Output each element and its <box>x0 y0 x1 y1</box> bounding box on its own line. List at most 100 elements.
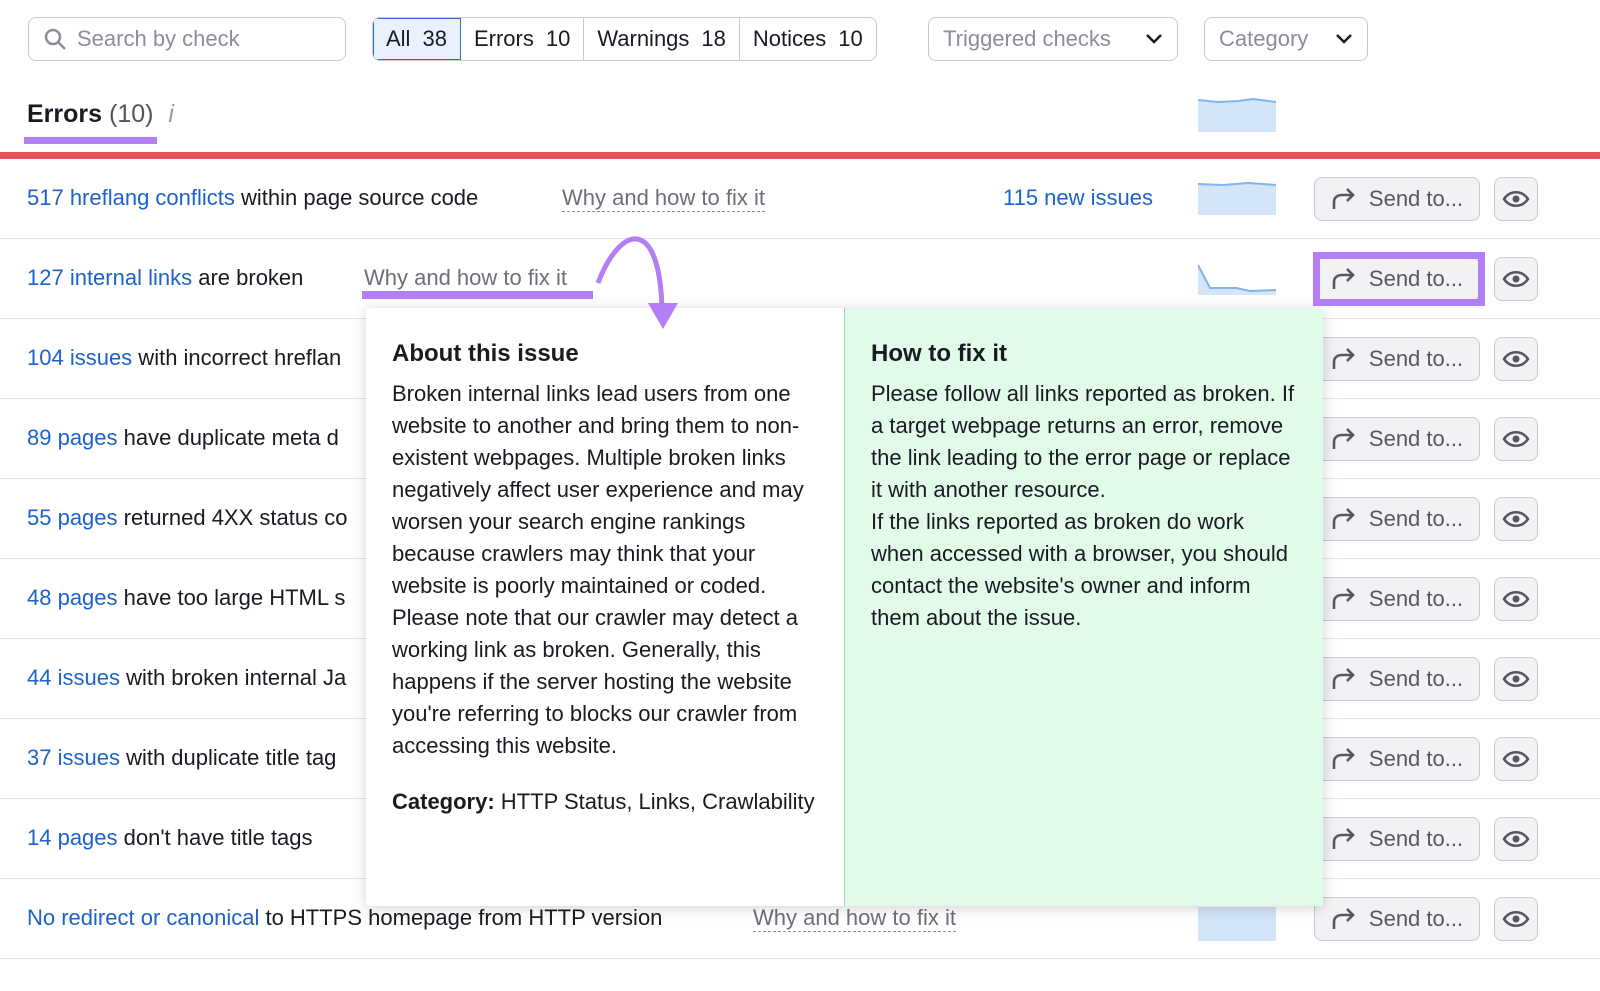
trend-sparkline <box>1198 181 1276 215</box>
eye-icon <box>1502 271 1530 287</box>
eye-icon <box>1502 671 1530 687</box>
send-to-label: Send to... <box>1368 186 1464 211</box>
view-button[interactable] <box>1494 337 1538 381</box>
chevron-down-icon <box>1146 34 1162 44</box>
send-to-button[interactable]: Send to... <box>1314 657 1480 701</box>
issue-description: 48 pages have too large HTML s <box>27 559 345 637</box>
issue-count-link[interactable]: 44 issues <box>27 665 120 691</box>
issue-text: returned 4XX status co <box>117 505 348 530</box>
fix-text: Please follow all links reported as brok… <box>871 381 1295 502</box>
share-arrow-icon <box>1332 508 1355 529</box>
category-label: Category: <box>392 789 495 814</box>
share-arrow-icon <box>1332 668 1355 689</box>
send-to-label: Send to... <box>1368 426 1464 451</box>
about-title: About this issue <box>392 340 579 367</box>
issue-count-link[interactable]: 48 pages <box>27 585 118 611</box>
issue-count-link[interactable]: 89 pages <box>27 425 118 451</box>
search-input[interactable]: Search by check <box>28 17 346 61</box>
info-icon[interactable]: i <box>168 100 174 128</box>
issue-text: have too large HTML s <box>117 585 346 610</box>
send-to-button[interactable]: Send to... <box>1314 417 1480 461</box>
filter-count: 10 <box>545 26 571 51</box>
active-tab-underline <box>24 137 157 144</box>
issue-text: within page source code <box>234 185 479 210</box>
fix-title: How to fix it <box>871 340 1007 367</box>
view-button[interactable] <box>1494 897 1538 941</box>
section-title-text: Errors <box>27 100 103 128</box>
send-to-button[interactable]: Send to... <box>1314 497 1480 541</box>
send-to-button[interactable]: Send to... <box>1314 737 1480 781</box>
view-button[interactable] <box>1494 177 1538 221</box>
about-note: Please note that our crawler may detect … <box>392 605 798 758</box>
category-dropdown[interactable]: Category <box>1204 17 1368 61</box>
filter-notices[interactable]: Notices 10 <box>740 18 876 60</box>
dropdown-label: Triggered checks <box>943 26 1111 51</box>
send-to-button[interactable]: Send to... <box>1314 177 1480 221</box>
section-count: (10) <box>109 100 154 128</box>
issue-text: to HTTPS homepage from HTTP version <box>259 905 663 930</box>
share-arrow-icon <box>1332 588 1355 609</box>
issue-count-link[interactable]: No redirect or canonical <box>27 905 259 931</box>
category-value: HTTP Status, Links, Crawlability <box>494 789 815 814</box>
view-button[interactable] <box>1494 737 1538 781</box>
send-to-label: Send to... <box>1368 906 1464 931</box>
filter-errors[interactable]: Errors 10 <box>461 18 585 60</box>
view-button[interactable] <box>1494 497 1538 541</box>
view-button[interactable] <box>1494 817 1538 861</box>
filter-all[interactable]: All 38 <box>373 18 461 60</box>
issue-description: 517 hreflang conflicts within page sourc… <box>27 159 478 237</box>
view-button[interactable] <box>1494 417 1538 461</box>
send-to-label: Send to... <box>1368 346 1464 371</box>
trend-sparkline <box>1198 907 1276 941</box>
eye-icon <box>1502 751 1530 767</box>
send-to-label: Send to... <box>1368 826 1464 851</box>
error-severity-bar <box>0 152 1600 159</box>
issue-description: 55 pages returned 4XX status co <box>27 479 347 557</box>
why-and-how-link[interactable]: Why and how to fix it <box>562 185 765 212</box>
issue-description: 14 pages don't have title tags <box>27 799 313 877</box>
issue-text: with duplicate title tag <box>119 745 337 770</box>
issue-text: with broken internal Ja <box>119 665 347 690</box>
issue-count-link[interactable]: 55 pages <box>27 505 118 531</box>
issue-text: have duplicate meta d <box>117 425 339 450</box>
send-to-button[interactable]: Send to... <box>1314 817 1480 861</box>
issue-text: are broken <box>192 265 304 290</box>
issue-description: 127 internal links are broken <box>27 239 303 317</box>
issue-count-link[interactable]: 517 hreflang conflicts <box>27 185 235 211</box>
send-to-label: Send to... <box>1368 746 1464 771</box>
search-icon <box>44 28 66 50</box>
eye-icon <box>1502 431 1530 447</box>
severity-filter: All 38 Errors 10 Warnings 18 Notices 10 <box>372 17 877 61</box>
issue-description: 44 issues with broken internal Ja <box>27 639 346 717</box>
eye-icon <box>1502 831 1530 847</box>
why-and-how-link[interactable]: Why and how to fix it <box>364 265 567 292</box>
send-to-button[interactable]: Send to... <box>1314 577 1480 621</box>
triggered-checks-dropdown[interactable]: Triggered checks <box>928 17 1178 61</box>
filter-label: All <box>386 26 411 51</box>
filter-count: 18 <box>701 26 726 51</box>
eye-icon <box>1502 591 1530 607</box>
why-and-how-link[interactable]: Why and how to fix it <box>753 905 956 932</box>
send-to-label: Send to... <box>1368 666 1464 691</box>
share-arrow-icon <box>1332 908 1355 929</box>
share-arrow-icon <box>1332 428 1355 449</box>
issue-count-link[interactable]: 104 issues <box>27 345 132 371</box>
eye-icon <box>1502 351 1530 367</box>
header-sparkline <box>1198 97 1276 132</box>
view-button[interactable] <box>1494 257 1538 301</box>
issue-count-link[interactable]: 37 issues <box>27 745 120 771</box>
filter-count: 38 <box>422 26 447 51</box>
issue-count-link[interactable]: 14 pages <box>27 825 118 851</box>
issue-count-link[interactable]: 127 internal links <box>27 265 192 291</box>
category-info: Category: HTTP Status, Links, Crawlabili… <box>392 786 818 818</box>
issue-tooltip: About this issue Broken internal links l… <box>366 308 1323 906</box>
send-to-button[interactable]: Send to... <box>1314 337 1480 381</box>
filter-warnings[interactable]: Warnings 18 <box>584 18 740 60</box>
new-issues-link[interactable]: 115 new issues <box>1003 185 1153 211</box>
send-to-button[interactable]: Send to... <box>1314 897 1480 941</box>
view-button[interactable] <box>1494 657 1538 701</box>
section-title: Errors (10) i <box>27 100 174 129</box>
view-button[interactable] <box>1494 577 1538 621</box>
send-button-highlight <box>1313 252 1485 306</box>
fix-note: If the links reported as broken do work … <box>871 509 1289 630</box>
